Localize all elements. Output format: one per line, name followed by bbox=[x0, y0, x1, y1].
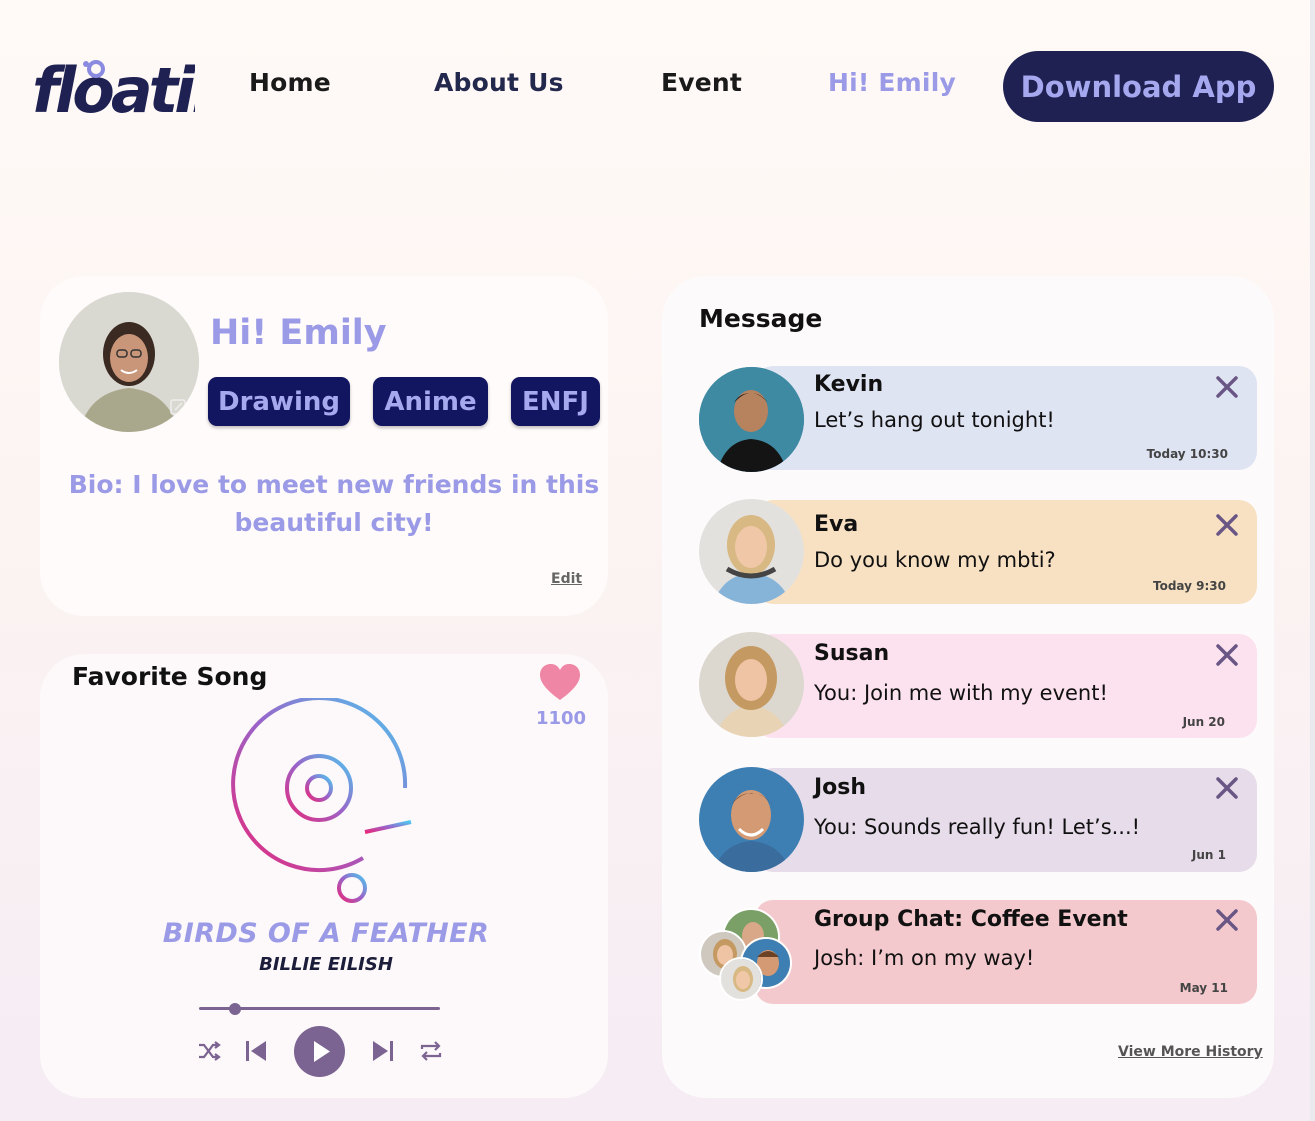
messages-header: Message bbox=[699, 304, 823, 333]
avatar-josh[interactable] bbox=[699, 767, 804, 872]
like-count: 1100 bbox=[535, 708, 587, 729]
message-time: Today 10:30 bbox=[1146, 447, 1228, 461]
profile-avatar[interactable] bbox=[59, 292, 199, 432]
message-sender: Group Chat: Coffee Event bbox=[814, 907, 1128, 932]
view-more-history-link[interactable]: View More History bbox=[1118, 1044, 1263, 1060]
close-icon[interactable] bbox=[1215, 513, 1239, 537]
interest-tag-mbti[interactable]: ENFJ bbox=[511, 377, 600, 426]
nav-user-greeting[interactable]: Hi! Emily bbox=[828, 68, 956, 97]
download-app-button[interactable]: Download App bbox=[1003, 51, 1274, 122]
scrollbar-edge bbox=[1310, 0, 1315, 1121]
profile-greeting: Hi! Emily bbox=[210, 313, 387, 353]
message-sender: Josh bbox=[814, 775, 867, 800]
repeat-icon[interactable] bbox=[419, 1040, 443, 1062]
close-icon[interactable] bbox=[1215, 375, 1239, 399]
message-preview: Let’s hang out tonight! bbox=[814, 408, 1055, 432]
music-disc-icon bbox=[231, 698, 412, 903]
message-preview: You: Join me with my event! bbox=[814, 681, 1108, 705]
floatin-logo[interactable]: floatin bbox=[30, 46, 195, 124]
message-sender: Eva bbox=[814, 512, 859, 537]
nav-home[interactable]: Home bbox=[249, 68, 331, 97]
message-sender: Susan bbox=[814, 641, 890, 666]
close-icon[interactable] bbox=[1215, 643, 1239, 667]
favorite-song-header: Favorite Song bbox=[72, 662, 268, 691]
shuffle-icon[interactable] bbox=[197, 1040, 221, 1062]
previous-track-icon[interactable] bbox=[245, 1040, 267, 1062]
message-sender: Kevin bbox=[814, 372, 884, 397]
close-icon[interactable] bbox=[1215, 776, 1239, 800]
interest-tag-drawing[interactable]: Drawing bbox=[208, 377, 350, 426]
message-time: May 11 bbox=[1179, 981, 1228, 995]
close-icon[interactable] bbox=[1215, 908, 1239, 932]
play-icon bbox=[314, 1041, 330, 1062]
message-preview: Do you know my mbti? bbox=[814, 548, 1056, 572]
song-title: BIRDS OF A FEATHER bbox=[162, 918, 490, 949]
avatar-kevin[interactable] bbox=[699, 367, 804, 472]
avatar-susan[interactable] bbox=[699, 632, 804, 737]
message-preview: You: Sounds really fun! Let’s...! bbox=[814, 815, 1141, 839]
interest-tag-anime[interactable]: Anime bbox=[373, 377, 488, 426]
group-avatar-4 bbox=[719, 957, 763, 1001]
edit-profile-link[interactable]: Edit bbox=[551, 571, 582, 587]
message-time: Jun 20 bbox=[1182, 715, 1225, 729]
next-track-icon[interactable] bbox=[372, 1040, 394, 1062]
play-button[interactable] bbox=[294, 1026, 345, 1077]
message-time: Today 9:30 bbox=[1152, 579, 1226, 593]
message-time: Jun 1 bbox=[1191, 848, 1226, 862]
nav-event[interactable]: Event bbox=[661, 68, 742, 97]
nav-about-us[interactable]: About Us bbox=[434, 68, 564, 97]
profile-bio: Bio: I love to meet new friends in this … bbox=[68, 470, 600, 537]
message-preview: Josh: I’m on my way! bbox=[814, 946, 1035, 970]
avatar-eva[interactable] bbox=[699, 499, 804, 604]
song-artist: BILLIE EILISH bbox=[259, 954, 393, 975]
heart-icon[interactable] bbox=[540, 664, 580, 702]
svg-text:floatin: floatin bbox=[32, 54, 195, 124]
